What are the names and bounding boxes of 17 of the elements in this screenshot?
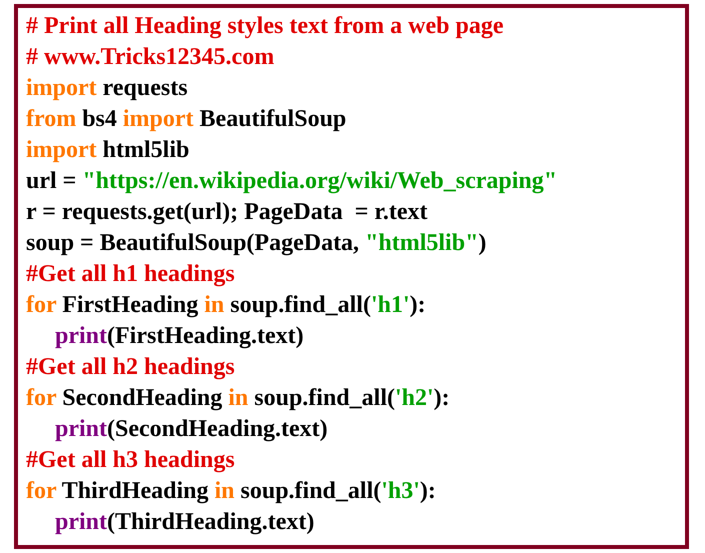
code-line: #Get all h2 headings [26,353,235,382]
code-line: for ThirdHeading in soup.find_all('h3'): [26,477,436,506]
code-line: for FirstHeading in soup.find_all('h1'): [26,291,426,320]
code-line: # Print all Heading styles text from a web page [26,12,504,41]
code-line: import requests [26,74,188,103]
code-line: #Get all h3 headings [26,446,235,475]
code-line: # www.Tricks12345.com [26,43,274,72]
code-line: url = "https://en.wikipedia.org/wiki/Web_scraping" [26,167,558,196]
code-line: from bs4 import BeautifulSoup [26,105,346,134]
code-line: r = requests.get(url); PageData = r.text [26,198,428,227]
code-line: soup = BeautifulSoup(PageData, "html5lib") [26,229,486,258]
code-line: print(FirstHeading.text) [54,322,304,351]
code-line: print(ThirdHeading.text) [54,508,314,537]
code-line: print(SecondHeading.text) [54,415,328,444]
code-line: for SecondHeading in soup.find_all('h2'): [26,384,450,413]
code-line: #Get all h1 headings [26,260,235,289]
code-line: import html5lib [26,136,190,165]
